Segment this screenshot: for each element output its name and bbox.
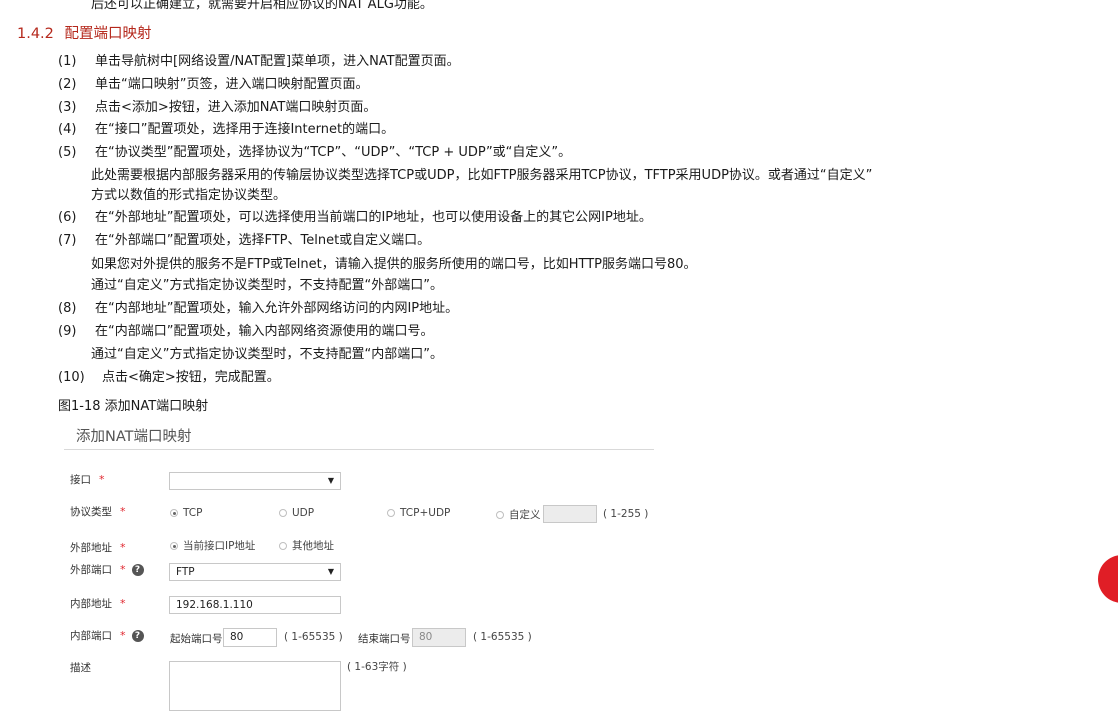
step-text: 单击导航树中[网络设置/NAT配置]菜单项，进入NAT配置页面。: [95, 54, 460, 69]
required-mark: *: [99, 473, 105, 486]
step-6: (6) 在“外部地址”配置项处，可以选择使用当前端口的IP地址，也可以使用设备上的…: [58, 210, 652, 226]
required-mark: *: [120, 541, 126, 554]
chevron-down-icon: ▼: [327, 567, 334, 576]
step-9: (9) 在“内部端口”配置项处，输入内部网络资源使用的端口号。: [58, 324, 433, 340]
step-7-note: 通过“自定义”方式指定协议类型时，不支持配置“外部端口”。: [91, 278, 443, 293]
end-port-label: 结束端口号: [358, 633, 411, 645]
step-1: (1) 单击导航树中[网络设置/NAT配置]菜单项，进入NAT配置页面。: [58, 54, 460, 70]
radio-selected-icon: [170, 509, 178, 517]
help-icon[interactable]: ?: [131, 564, 144, 576]
section-number: 1.4.2: [17, 26, 54, 42]
radio-icon: [387, 509, 395, 517]
step-number: (4): [58, 122, 77, 137]
chevron-down-icon: ▼: [327, 476, 334, 485]
external-address-current[interactable]: 当前接口IP地址: [170, 538, 255, 553]
start-port-label: 起始端口号: [170, 633, 223, 645]
step-text: 点击<添加>按钮，进入添加NAT端口映射页面。: [95, 100, 377, 115]
section-title: 配置端口映射: [64, 26, 152, 42]
step-text: 单击“端口映射”页签，进入端口映射配置页面。: [95, 77, 369, 92]
end-port-range-hint: ( 1-65535 ): [473, 631, 532, 643]
step-number: (8): [58, 301, 77, 316]
description-label: 描述: [70, 662, 91, 674]
step-2: (2) 单击“端口映射”页签，进入端口映射配置页面。: [58, 77, 368, 93]
step-number: (6): [58, 210, 77, 225]
interface-select[interactable]: ▼: [169, 472, 341, 490]
protocol-range-hint: ( 1-255 ): [603, 508, 649, 520]
step-number: (10): [58, 370, 85, 385]
start-port-range-hint: ( 1-65535 ): [284, 631, 343, 643]
step-4: (4) 在“接口”配置项处，选择用于连接Internet的端口。: [58, 122, 394, 138]
step-number: (5): [58, 145, 77, 160]
required-mark: *: [120, 563, 126, 576]
internal-address-label: 内部地址 *: [70, 597, 126, 610]
step-number: (7): [58, 233, 77, 248]
step-5-note: 此处需要根据内部服务器采用的传输层协议类型选择TCP或UDP，比如FTP服务器采…: [91, 168, 873, 183]
step-5: (5) 在“协议类型”配置项处，选择协议为“TCP”、“UDP”、“TCP + U…: [58, 145, 571, 161]
section-heading: 1.4.2 配置端口映射: [17, 25, 152, 43]
internal-address-input[interactable]: 192.168.1.110: [169, 596, 341, 614]
step-text: 在“外部端口”配置项处，选择FTP、Telnet或自定义端口。: [95, 233, 431, 248]
external-address-other[interactable]: 其他地址: [279, 538, 334, 553]
step-8: (8) 在“内部地址”配置项处，输入允许外部网络访问的内网IP地址。: [58, 301, 458, 317]
step-7: (7) 在“外部端口”配置项处，选择FTP、Telnet或自定义端口。: [58, 233, 430, 249]
step-9-note: 通过“自定义”方式指定协议类型时，不支持配置“内部端口”。: [91, 347, 443, 362]
intro-line: 后还可以正确建立，就需要开启相应协议的NAT ALG功能。: [91, 0, 433, 12]
radio-icon: [496, 511, 504, 519]
protocol-option-tcp[interactable]: TCP: [170, 507, 202, 519]
description-textarea[interactable]: [169, 661, 341, 711]
step-text: 在“外部地址”配置项处，可以选择使用当前端口的IP地址，也可以使用设备上的其它公…: [95, 210, 652, 225]
interface-label: 接口 *: [70, 473, 105, 486]
figure-caption: 图1-18 添加NAT端口映射: [58, 399, 209, 414]
required-mark: *: [120, 505, 126, 518]
step-text: 在“协议类型”配置项处，选择协议为“TCP”、“UDP”、“TCP + UDP”…: [95, 145, 572, 160]
radio-selected-icon: [170, 542, 178, 550]
required-mark: *: [120, 629, 126, 642]
radio-icon: [279, 542, 287, 550]
internal-port-label: 内部端口 *?: [70, 628, 144, 643]
help-icon[interactable]: ?: [131, 630, 144, 642]
external-port-label: 外部端口 *?: [70, 562, 144, 577]
step-5-note: 方式以数值的形式指定协议类型。: [91, 188, 287, 203]
form-divider: [64, 449, 654, 450]
step-10: (10) 点击<确定>按钮，完成配置。: [58, 370, 280, 386]
external-port-select[interactable]: FTP ▼: [169, 563, 341, 581]
protocol-option-tcp-udp[interactable]: TCP+UDP: [387, 507, 450, 519]
form-title: 添加NAT端口映射: [76, 429, 192, 445]
step-text: 在“内部端口”配置项处，输入内部网络资源使用的端口号。: [95, 324, 434, 339]
step-number: (9): [58, 324, 77, 339]
end-port-input[interactable]: 80: [412, 628, 466, 647]
protocol-label: 协议类型 *: [70, 505, 126, 518]
required-mark: *: [120, 597, 126, 610]
step-3: (3) 点击<添加>按钮，进入添加NAT端口映射页面。: [58, 100, 376, 116]
step-number: (1): [58, 54, 77, 69]
external-address-label: 外部地址 *: [70, 541, 126, 554]
protocol-option-custom[interactable]: 自定义: [496, 507, 541, 522]
step-number: (3): [58, 100, 77, 115]
step-text: 在“内部地址”配置项处，输入允许外部网络访问的内网IP地址。: [95, 301, 459, 316]
step-7-note: 如果您对外提供的服务不是FTP或Telnet，请输入提供的服务所使用的端口号，比…: [91, 257, 697, 272]
step-text: 在“接口”配置项处，选择用于连接Internet的端口。: [95, 122, 395, 137]
step-number: (2): [58, 77, 77, 92]
description-hint: ( 1-63字符 ): [347, 661, 407, 673]
red-circle-button[interactable]: [1098, 555, 1118, 603]
start-port-input[interactable]: 80: [223, 628, 277, 647]
protocol-custom-input[interactable]: [543, 505, 597, 523]
step-text: 点击<确定>按钮，完成配置。: [102, 370, 280, 385]
radio-icon: [279, 509, 287, 517]
protocol-option-udp[interactable]: UDP: [279, 507, 314, 519]
